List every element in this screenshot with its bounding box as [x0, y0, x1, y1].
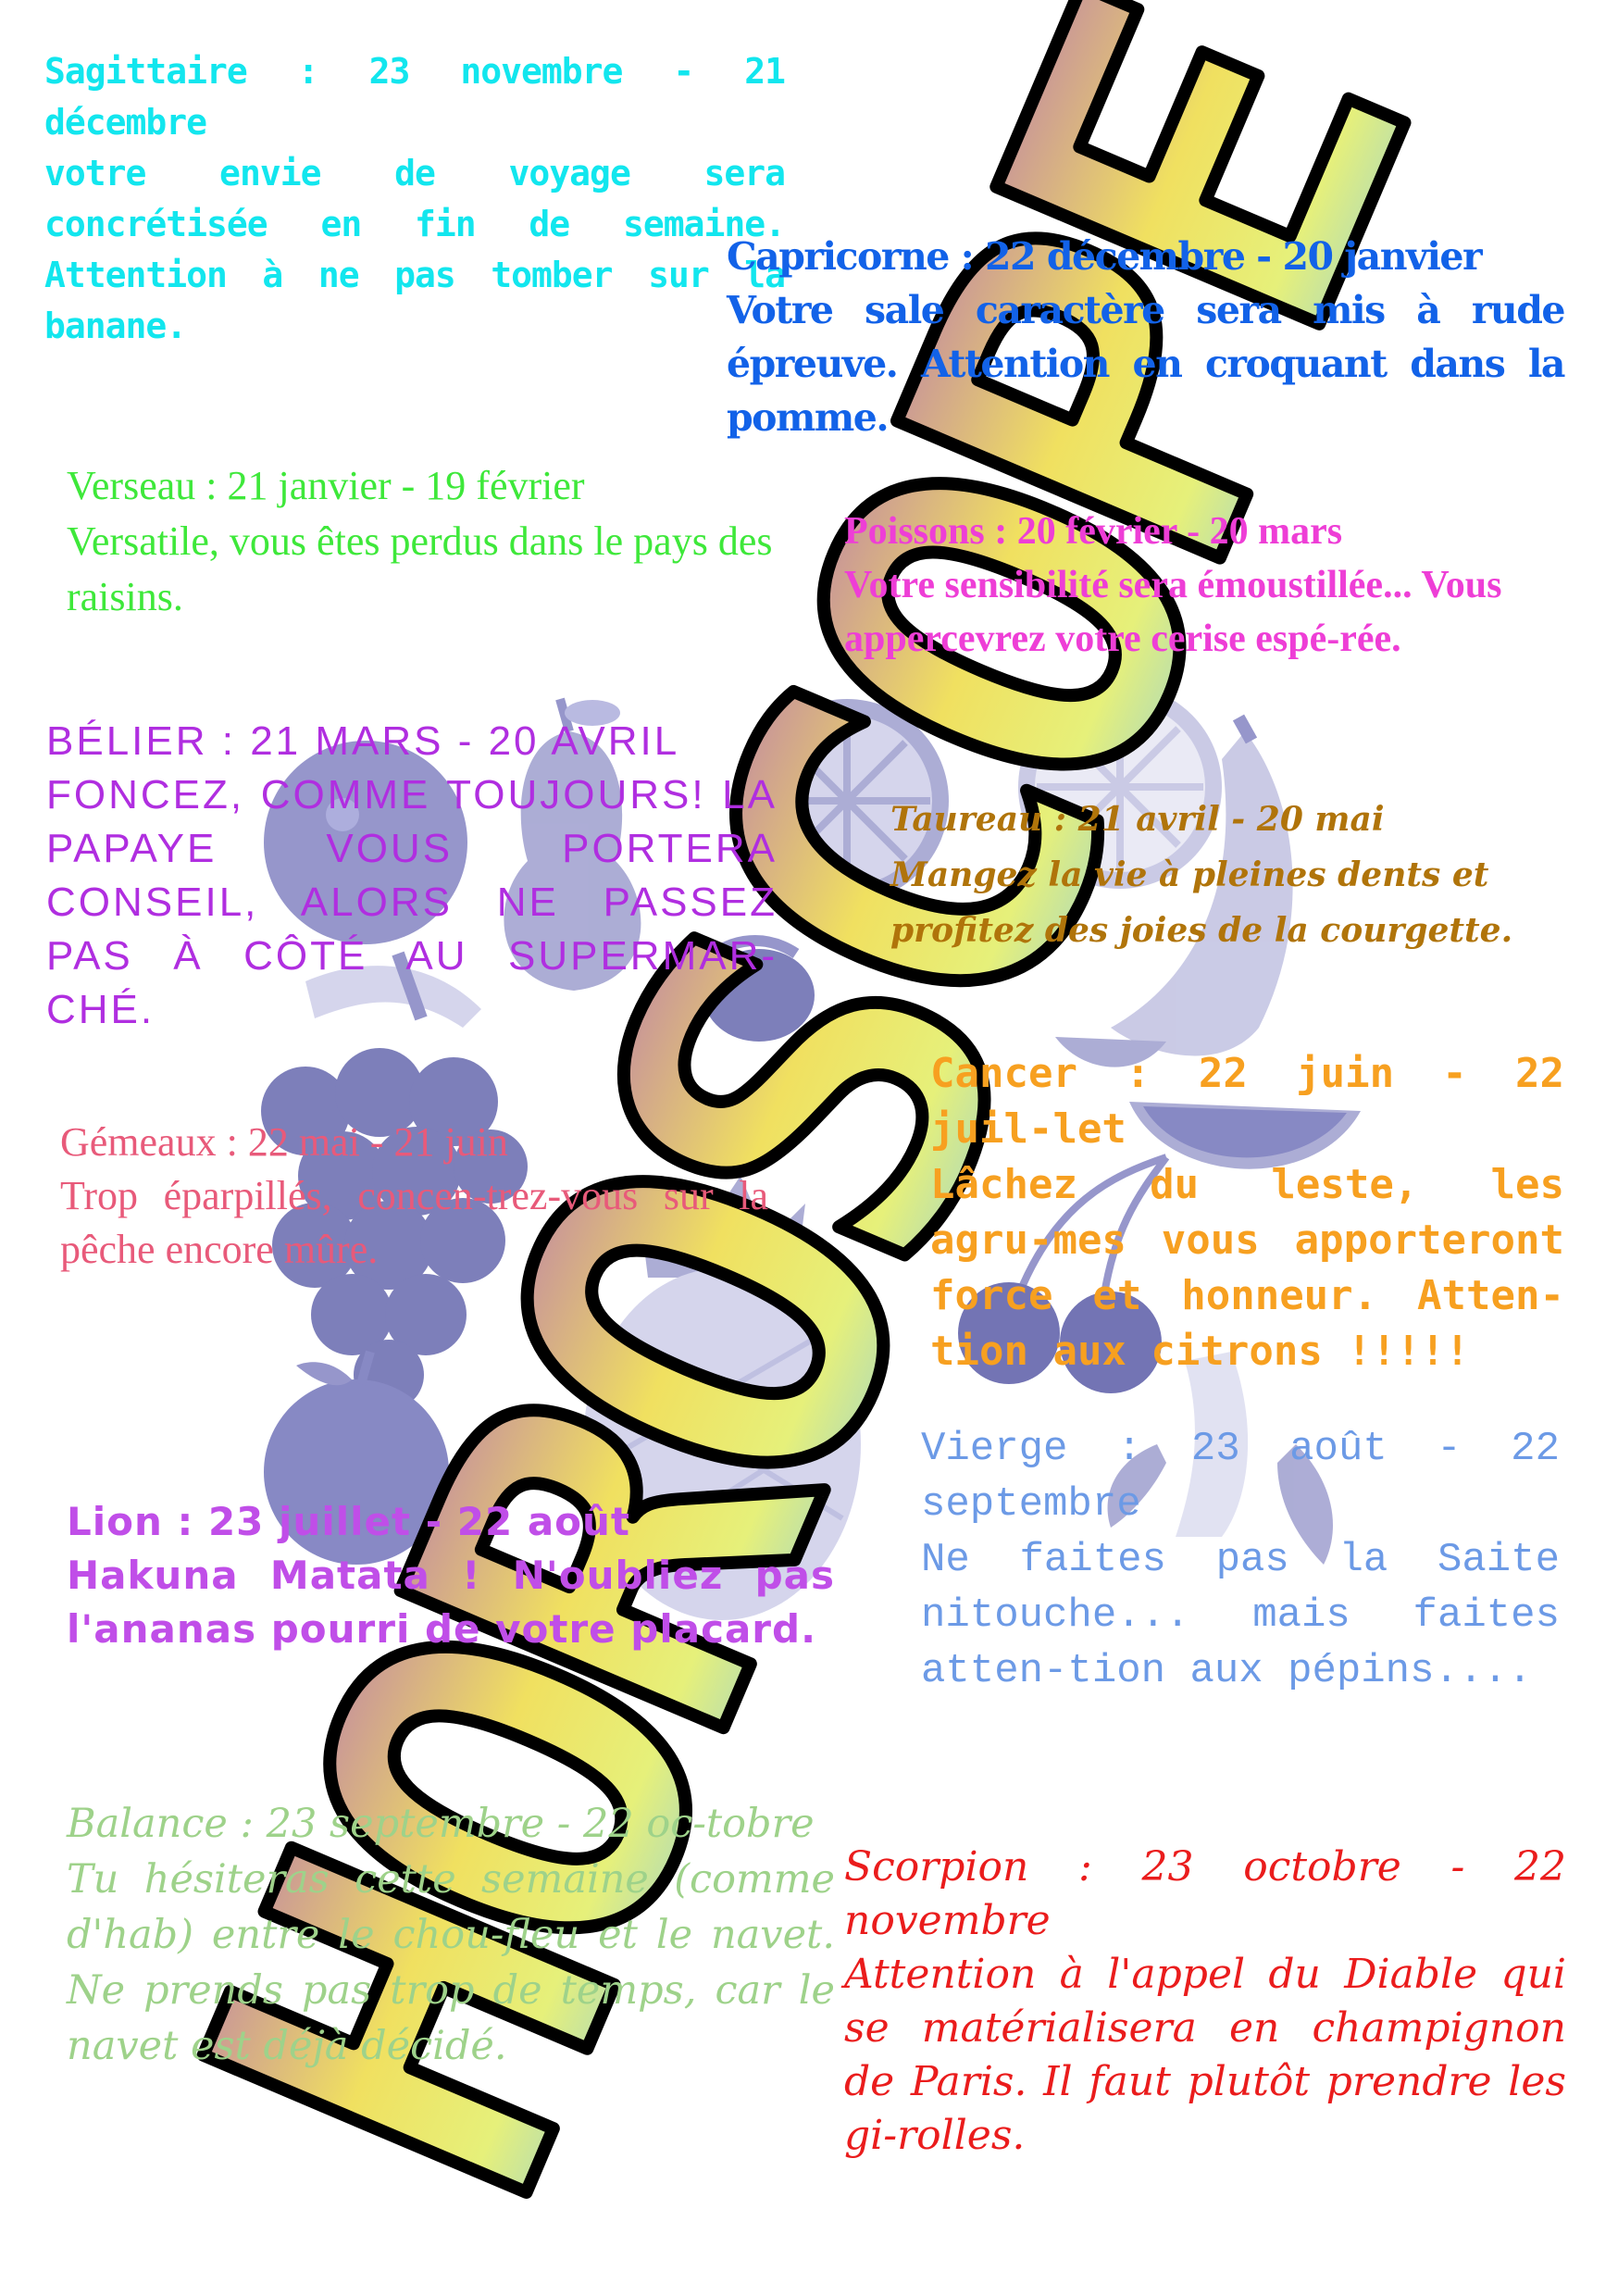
sign-capricorne: Capricorne : 22 décembre - 20 janvier Vo… [727, 230, 1566, 444]
sign-poissons: Poissons : 20 février - 20 mars Votre se… [844, 505, 1562, 666]
sign-vierge: Vierge : 23 août - 22 septembre Ne faite… [921, 1421, 1560, 1699]
sign-sagittaire: Sagittaire : 23 novembre - 21 décembre v… [44, 46, 786, 352]
sign-text: FONCEZ, COMME TOUJOURS! LA PAPAYE VOUS P… [46, 772, 778, 1032]
sign-heading: Scorpion : 23 octobre - 22 novembre [844, 1843, 1566, 1944]
sign-text: Ne faites pas la Saite nitouche... mais … [921, 1537, 1560, 1694]
sign-heading: Balance : 23 septembre - 22 oc-tobre [67, 1801, 815, 1847]
sign-heading: Lion : 23 juillet - 22 août [67, 1499, 630, 1544]
sign-heading: Taureau : 21 avril - 20 mai [890, 800, 1385, 839]
sign-gemeaux: Gémeaux : 22 mai - 21 juin Trop éparpill… [60, 1116, 768, 1277]
sign-text: votre envie de voyage sera concrétisée e… [44, 153, 786, 346]
sign-heading: Verseau : 21 janvier - 19 février [67, 463, 585, 508]
sign-text: Votre sale caractère sera mis à rude épr… [727, 288, 1566, 440]
sign-belier: BÉLIER : 21 MARS - 20 AVRIL FONCEZ, COMM… [46, 715, 778, 1037]
sign-heading: Sagittaire : 23 novembre - 21 décembre [44, 51, 786, 143]
sign-lion: Lion : 23 juillet - 22 août Hakuna Matat… [67, 1495, 835, 1656]
sign-text: Votre sensibilité sera émoustillée... Vo… [844, 564, 1502, 660]
sign-text: Trop éparpillés, concen-trez-vous sur la… [60, 1173, 768, 1272]
sign-scorpion: Scorpion : 23 octobre - 22 novembre Atte… [844, 1841, 1566, 2163]
sign-cancer: Cancer : 22 juin - 22 juil-let Lâchez du… [930, 1046, 1564, 1379]
sign-heading: Gémeaux : 22 mai - 21 juin [60, 1119, 508, 1165]
sign-taureau: Taureau : 21 avril - 20 mai Mangez la vi… [890, 792, 1557, 958]
sign-verseau: Verseau : 21 janvier - 19 février Versat… [67, 458, 844, 625]
sign-heading: Vierge : 23 août - 22 septembre [921, 1426, 1560, 1528]
sign-text: Lâchez du leste, les agru-mes vous appor… [930, 1161, 1564, 1375]
sign-text: Versatile, vous êtes perdus dans le pays… [67, 518, 773, 619]
sign-text: Mangez la vie à pleines dents et profite… [890, 855, 1513, 950]
sign-text: Hakuna Matata ! N'oubliez pas l'ananas p… [67, 1553, 835, 1652]
sign-heading: Cancer : 22 juin - 22 juil-let [930, 1050, 1564, 1153]
sign-heading: Capricorne : 22 décembre - 20 janvier [727, 234, 1483, 279]
sign-text: Attention à l'appel du Diable qui se mat… [844, 1951, 1566, 2159]
sign-heading: BÉLIER : 21 MARS - 20 AVRIL [46, 718, 680, 764]
sign-heading: Poissons : 20 février - 20 mars [844, 510, 1343, 553]
sign-text: Tu hésiteras cette semaine (comme d'hab)… [67, 1856, 835, 2069]
sign-balance: Balance : 23 septembre - 22 oc-tobre Tu … [67, 1796, 835, 2074]
